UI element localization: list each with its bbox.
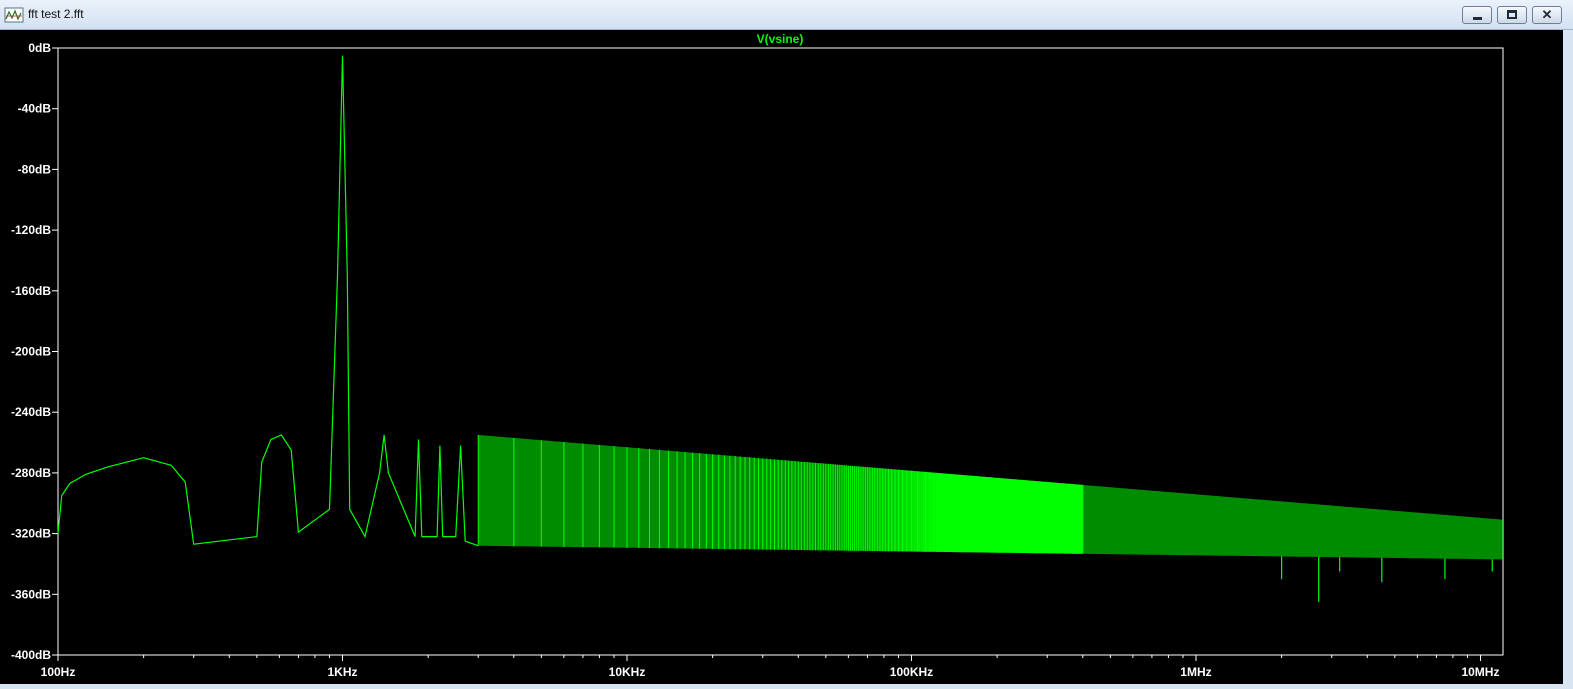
waveform-icon xyxy=(4,7,24,23)
chart-title: V(vsine) xyxy=(757,32,804,46)
x-tick-label: 100KHz xyxy=(890,665,933,679)
x-tick-label: 1KHz xyxy=(327,665,357,679)
x-tick-label: 10MHz xyxy=(1461,665,1499,679)
y-tick-label: -200dB xyxy=(11,345,51,359)
fft-plot[interactable]: V(vsine) 0dB -40dB -80dB -120dB -160dB -200dB… xyxy=(0,30,1573,689)
x-tick-label: 100Hz xyxy=(41,665,76,679)
window-titlebar: fft test 2.fft ✕ xyxy=(0,0,1573,30)
x-tick-label: 1MHz xyxy=(1180,665,1211,679)
y-tick-label: -280dB xyxy=(11,466,51,480)
plot-border-right xyxy=(1563,30,1573,689)
y-tick-label: -320dB xyxy=(11,527,51,541)
plot-border-bottom xyxy=(0,684,1573,689)
close-button[interactable]: ✕ xyxy=(1532,6,1562,24)
y-tick-label: -360dB xyxy=(11,587,51,601)
minimize-icon xyxy=(1473,17,1482,20)
maximize-button[interactable] xyxy=(1497,6,1527,24)
plot-frame xyxy=(0,30,1573,689)
y-tick-label: -40dB xyxy=(18,102,52,116)
window-title: fft test 2.fft xyxy=(28,7,84,21)
y-tick-label: -400dB xyxy=(11,648,51,662)
y-tick-label: -80dB xyxy=(18,162,52,176)
x-tick-label: 10KHz xyxy=(609,665,646,679)
y-tick-label: -160dB xyxy=(11,284,51,298)
y-tick-label: 0dB xyxy=(28,41,51,55)
maximize-icon xyxy=(1507,10,1517,19)
y-tick-label: -120dB xyxy=(11,223,51,237)
y-tick-label: -240dB xyxy=(11,405,51,419)
close-icon: ✕ xyxy=(1541,7,1553,22)
minimize-button[interactable] xyxy=(1462,6,1492,24)
